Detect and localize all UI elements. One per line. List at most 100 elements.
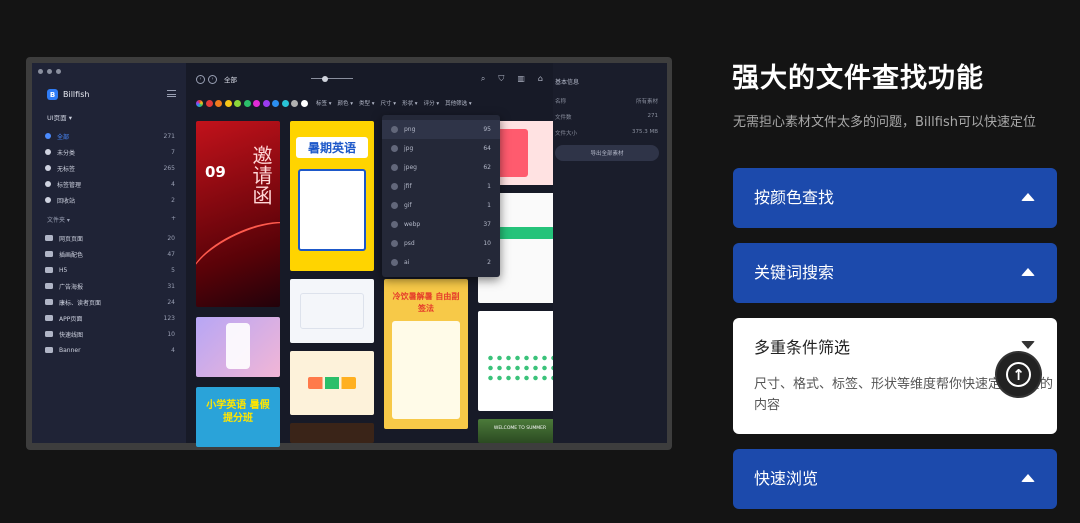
shirt-icon[interactable]: ⌂	[538, 74, 543, 84]
filter-dropdown[interactable]: 评分 ▾	[424, 99, 440, 107]
asset-thumbnail[interactable]	[290, 351, 374, 415]
color-swatch[interactable]	[253, 99, 260, 107]
filter-dropdown[interactable]: 尺寸 ▾	[381, 99, 397, 107]
filter-dropdown[interactable]: 类型 ▾	[359, 99, 375, 107]
info-value: 所有素材	[635, 99, 658, 105]
color-swatch[interactable]	[243, 99, 251, 107]
thumbnail-size-slider[interactable]	[311, 75, 353, 82]
color-wheel-icon[interactable]	[196, 99, 203, 107]
accordion-color-search[interactable]: 按颜色查找	[733, 168, 1057, 228]
asset-thumbnail[interactable]: 冷饮暑解暑 自由副签法	[384, 279, 468, 429]
format-option[interactable]: jfif 1	[382, 177, 500, 196]
folder-item[interactable]: 快速线图 10	[41, 326, 179, 342]
format-option[interactable]: jpeg 62	[382, 158, 500, 177]
asset-thumbnail[interactable]: 小学英语 暑假提分班	[196, 387, 280, 447]
checkbox-icon[interactable]	[391, 202, 398, 209]
accordion-quick-browse[interactable]: 快速浏览	[733, 449, 1057, 509]
format-option[interactable]: png 95	[382, 120, 500, 139]
close-dot[interactable]	[38, 69, 43, 74]
color-swatch[interactable]	[281, 99, 289, 107]
folder-count: 4	[171, 346, 175, 354]
sidebar-item-tags[interactable]: 标签管理 4	[41, 176, 179, 192]
minimize-dot[interactable]	[47, 69, 52, 74]
folder-item[interactable]: Banner 4	[41, 342, 179, 358]
sidebar-item-trash[interactable]: 回收站 2	[41, 192, 179, 208]
slider-handle[interactable]	[322, 75, 328, 82]
color-swatch[interactable]	[262, 99, 270, 107]
format-option[interactable]: ai 2	[382, 253, 500, 272]
folder-header-label[interactable]: 文件夹 ▾	[47, 215, 70, 224]
checkbox-icon[interactable]	[391, 240, 398, 247]
folder-item[interactable]: 插画配色 47	[41, 246, 179, 262]
checkbox-icon[interactable]	[391, 126, 398, 133]
checkbox-icon[interactable]	[391, 221, 398, 228]
format-label: jfif	[404, 183, 412, 190]
maximize-dot[interactable]	[56, 69, 61, 74]
folder-label: APP页面	[59, 315, 83, 323]
format-option[interactable]: gif 1	[382, 196, 500, 215]
layout-icon[interactable]: ▥	[517, 74, 525, 84]
folder-count: 31	[167, 282, 175, 290]
filter-dropdown[interactable]: 标签 ▾	[316, 99, 332, 107]
checkbox-icon[interactable]	[391, 164, 398, 171]
mockup-card	[226, 323, 250, 369]
menu-icon[interactable]	[167, 90, 176, 97]
info-panel: 基本信息 名称 所有素材 文件数 271 文件大小 375.3 MB 导出全部素材	[553, 63, 667, 443]
sidebar-item-all[interactable]: 全部 271	[41, 128, 179, 144]
forward-icon[interactable]: ›	[208, 74, 217, 84]
folder-icon	[45, 235, 53, 241]
asset-thumbnail[interactable]	[290, 423, 374, 443]
folder-icon	[45, 299, 53, 305]
folder-item[interactable]: APP页面 123	[41, 310, 179, 326]
color-swatch[interactable]	[205, 99, 213, 107]
checkbox-icon[interactable]	[391, 183, 398, 190]
folder-item[interactable]: 康标、读者页面 24	[41, 294, 179, 310]
back-icon[interactable]: ‹	[196, 74, 205, 84]
asset-thumbnail[interactable]	[290, 279, 374, 343]
filter-dropdown[interactable]: 其他筛选 ▾	[445, 99, 472, 107]
format-option[interactable]: jpg 64	[382, 139, 500, 158]
format-count: 62	[483, 164, 491, 171]
color-swatch[interactable]	[215, 99, 222, 107]
icon-row-preview	[308, 377, 356, 389]
filter-bar: 标签 ▾ 颜色 ▾ 类型 ▾ 尺寸 ▾ 形状 ▾ 评分 ▾ 其他筛选 ▾	[196, 98, 543, 108]
folder-item[interactable]: H5 5	[41, 262, 179, 278]
format-count: 95	[483, 126, 491, 133]
folder-item[interactable]: 网页页面 20	[41, 230, 179, 246]
search-icon[interactable]: ⌕	[481, 74, 485, 84]
sidebar-item-untagged[interactable]: 无标签 265	[41, 160, 179, 176]
library-select[interactable]: UI页面 ▾	[47, 112, 72, 122]
checkbox-icon[interactable]	[391, 145, 398, 152]
asset-thumbnail[interactable]	[478, 311, 562, 411]
checkbox-icon[interactable]	[391, 259, 398, 266]
scroll-to-top-button[interactable]: ↑	[997, 353, 1040, 396]
color-swatch[interactable]	[272, 99, 279, 107]
asset-thumbnail[interactable]: WELCOME TO SUMMER	[478, 419, 562, 443]
format-option[interactable]: webp 37	[382, 215, 500, 234]
sidebar-item-uncategorized[interactable]: 未分类 7	[41, 144, 179, 160]
color-swatch[interactable]	[234, 99, 241, 107]
asset-thumbnail[interactable]: 暑期英语	[290, 121, 374, 271]
accordion-keyword-search[interactable]: 关键词搜索	[733, 243, 1057, 303]
tag-icon	[45, 181, 51, 187]
asset-thumbnail[interactable]	[196, 317, 280, 377]
format-option[interactable]: psd 10	[382, 234, 500, 253]
sidebar-item-label: 回收站	[57, 197, 76, 205]
asset-thumbnail[interactable]: 09 邀请函	[196, 121, 280, 307]
folder-icon	[45, 347, 53, 353]
filter-dropdown[interactable]: 形状 ▾	[402, 99, 418, 107]
top-toolbar: ‹ › 全部 ⌕ ⛉ ▥ ⌂	[196, 73, 543, 85]
filter-dropdown[interactable]: 颜色 ▾	[338, 99, 354, 107]
folder-count: 47	[167, 250, 175, 258]
export-all-button[interactable]: 导出全部素材	[555, 145, 659, 161]
folder-count: 123	[163, 314, 175, 322]
folder-label: 插画配色	[59, 251, 84, 259]
filter-icon[interactable]: ⛉	[498, 74, 504, 84]
color-swatch[interactable]	[300, 99, 308, 107]
sidebar-item-label: 未分类	[57, 149, 76, 157]
add-folder-icon[interactable]: +	[171, 215, 176, 224]
caret-up-icon	[1021, 268, 1035, 276]
color-swatch[interactable]	[291, 99, 298, 107]
folder-item[interactable]: 广告海报 31	[41, 278, 179, 294]
color-swatch[interactable]	[224, 99, 232, 107]
